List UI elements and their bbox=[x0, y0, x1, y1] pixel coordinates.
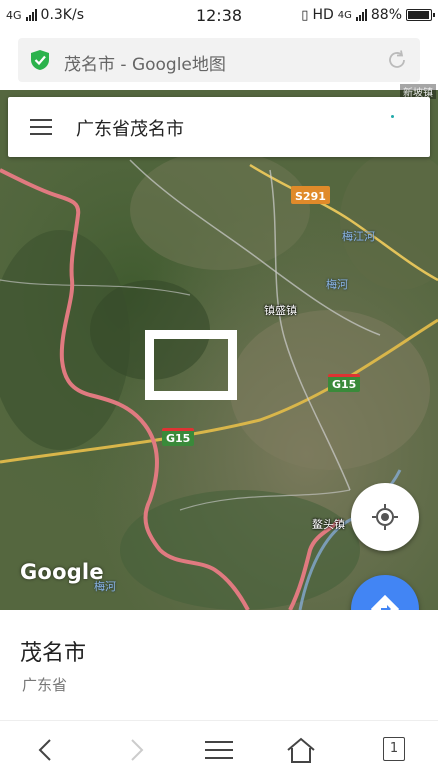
status-right: ▯ HD 4G 88% bbox=[301, 7, 435, 23]
signal-icon-right bbox=[355, 9, 367, 21]
place-label-aotou: 鳌头镇 bbox=[312, 518, 345, 531]
tabs-icon[interactable]: 1 bbox=[383, 737, 405, 761]
home-icon[interactable] bbox=[283, 735, 319, 765]
network-type-right: 4G bbox=[337, 9, 352, 21]
road-label-s291: S291 bbox=[291, 186, 330, 204]
vibrate-icon: ▯ bbox=[301, 7, 309, 23]
place-subtitle: 广东省 bbox=[22, 676, 68, 694]
shield-check-icon bbox=[31, 50, 49, 70]
selection-marker bbox=[145, 330, 237, 400]
battery-icon bbox=[406, 9, 435, 21]
hd-label: HD bbox=[312, 7, 334, 23]
road-label-g15-east: G15 bbox=[328, 374, 361, 392]
back-icon[interactable] bbox=[28, 735, 64, 765]
indicator-dot bbox=[391, 115, 394, 118]
my-location-button[interactable] bbox=[351, 483, 419, 551]
place-info-panel[interactable]: 茂名市 广东省 bbox=[0, 610, 438, 720]
menu-lines-icon[interactable] bbox=[201, 735, 237, 765]
my-location-icon bbox=[372, 504, 398, 530]
road-label-g15-west: G15 bbox=[162, 428, 195, 446]
place-title: 茂名市 bbox=[20, 641, 87, 666]
address-bar[interactable]: 茂名市 - Google地图 bbox=[18, 38, 420, 82]
menu-icon[interactable] bbox=[30, 119, 52, 135]
status-bar: 4G 0.3K/s 12:38 ▯ HD 4G 88% bbox=[0, 0, 438, 32]
river-label-meijiang: 梅江河 bbox=[342, 230, 375, 243]
search-query[interactable]: 广东省茂名市 bbox=[76, 115, 184, 141]
river-label-mei: 梅河 bbox=[326, 278, 348, 291]
google-logo: Google bbox=[20, 560, 104, 584]
search-card[interactable]: 广东省茂名市 bbox=[8, 97, 430, 157]
page-title: 茂名市 - Google地图 bbox=[64, 55, 226, 75]
browser-bottom-nav bbox=[0, 720, 438, 779]
reload-icon[interactable] bbox=[386, 49, 408, 71]
battery-percent: 88% bbox=[370, 7, 402, 23]
forward-icon[interactable] bbox=[118, 735, 154, 765]
place-label-zhensheng: 镇盛镇 bbox=[264, 304, 297, 317]
